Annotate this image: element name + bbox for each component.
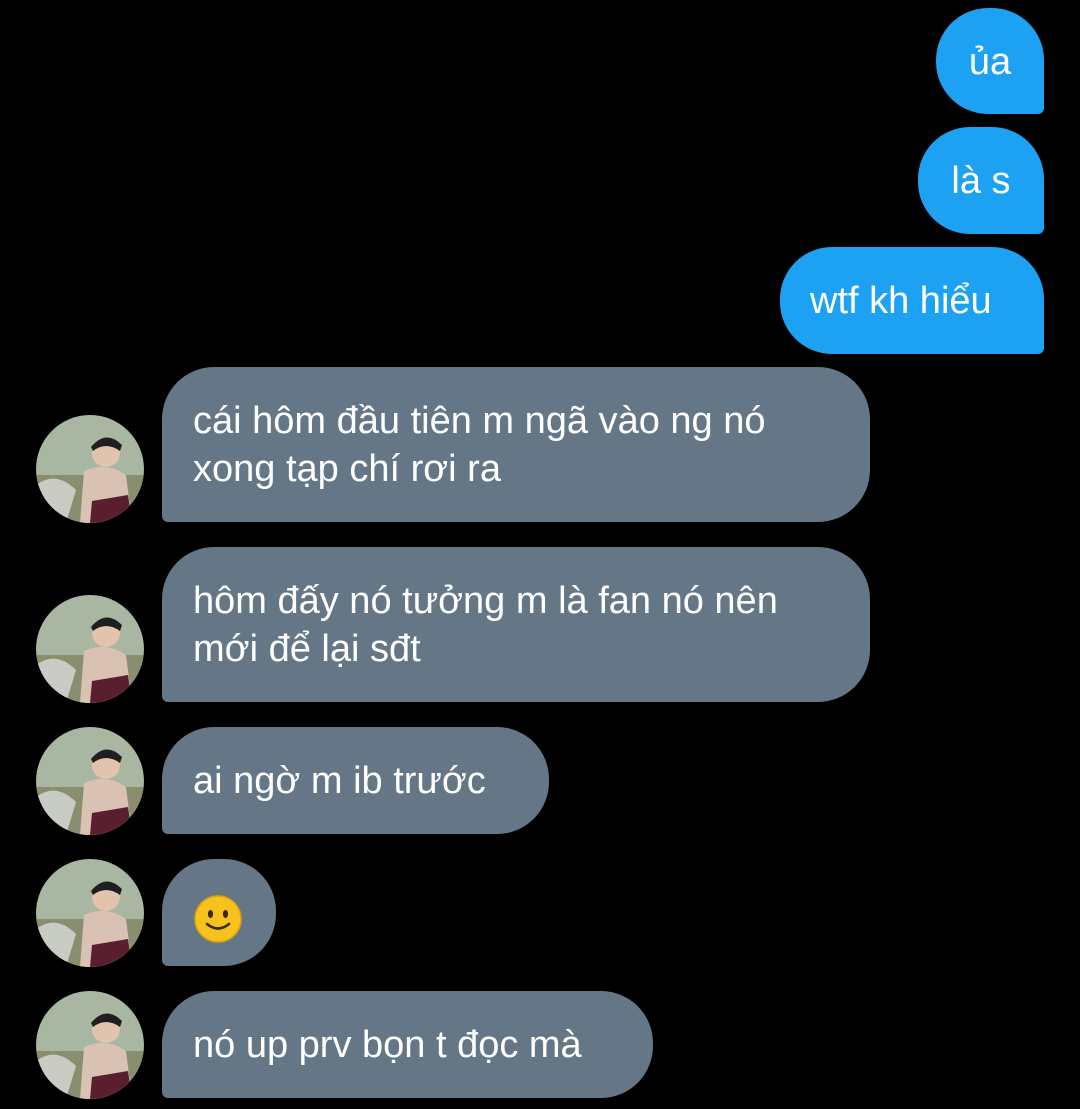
sender-avatar[interactable] (36, 727, 144, 835)
user-avatar-icon (36, 859, 144, 967)
user-avatar-icon (36, 727, 144, 835)
message-text: wtf kh hiểu (810, 280, 992, 322)
message-incoming[interactable]: nó up prv bọn t đọc mà (162, 991, 653, 1098)
sender-avatar[interactable] (36, 859, 144, 967)
message-text-line: hôm đấy nó tưởng m là fan nó nên (193, 580, 778, 622)
message-text: ai ngờ m ib trước (193, 760, 486, 802)
sender-avatar[interactable] (36, 595, 144, 703)
message-text: là s (951, 160, 1011, 202)
message-outgoing[interactable]: wtf kh hiểu (780, 247, 1044, 354)
message-text-line: xong tạp chí rơi ra (193, 448, 501, 490)
sender-avatar[interactable] (36, 415, 144, 523)
slightly-smiling-face-icon (194, 895, 242, 943)
chat-thread: ủa là s wtf kh hiểu cái hôm đầu tiên m n… (0, 0, 1080, 1109)
user-avatar-icon (36, 991, 144, 1099)
message-incoming[interactable]: cái hôm đầu tiên m ngã vào ng nó xong tạ… (162, 367, 870, 522)
message-text-line: mới để lại sđt (193, 628, 421, 670)
message-incoming[interactable]: hôm đấy nó tưởng m là fan nó nên mới để … (162, 547, 870, 702)
message-outgoing[interactable]: ủa (936, 8, 1044, 114)
user-avatar-icon (36, 595, 144, 703)
sender-avatar[interactable] (36, 991, 144, 1099)
message-text-line: cái hôm đầu tiên m ngã vào ng nó (193, 400, 766, 442)
message-incoming[interactable] (162, 859, 276, 966)
message-text: nó up prv bọn t đọc mà (193, 1024, 582, 1066)
message-outgoing[interactable]: là s (918, 127, 1044, 234)
user-avatar-icon (36, 415, 144, 523)
message-text: ủa (968, 41, 1012, 83)
message-incoming[interactable]: ai ngờ m ib trước (162, 727, 549, 834)
